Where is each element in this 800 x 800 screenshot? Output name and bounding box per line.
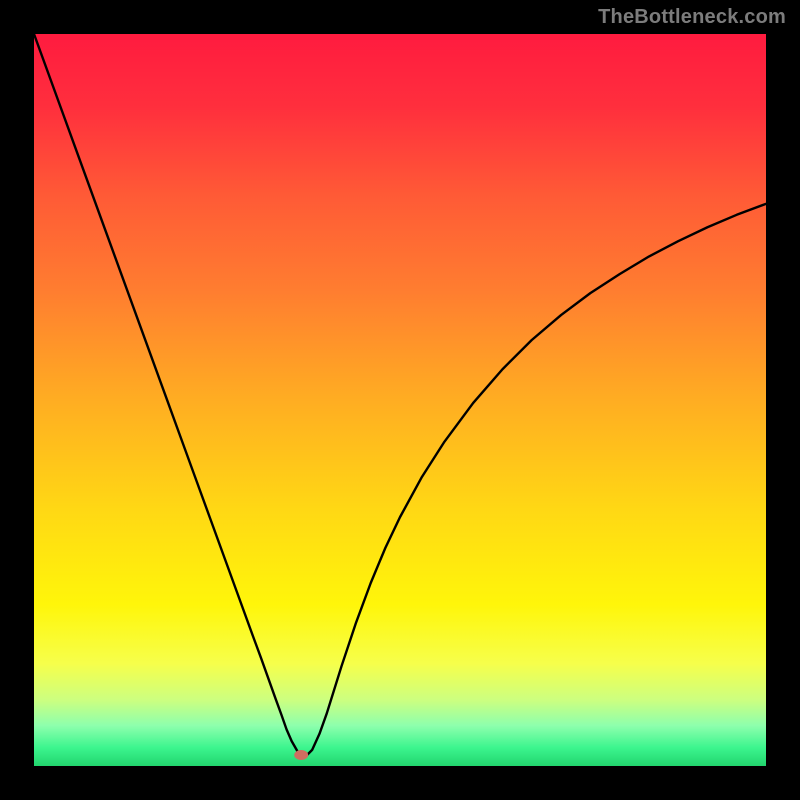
- outer-frame: TheBottleneck.com: [0, 0, 800, 800]
- watermark-text: TheBottleneck.com: [598, 6, 786, 29]
- gradient-background: [34, 34, 766, 766]
- plot-area: [34, 34, 766, 766]
- optimum-marker: [294, 750, 308, 760]
- chart-svg: [34, 34, 766, 766]
